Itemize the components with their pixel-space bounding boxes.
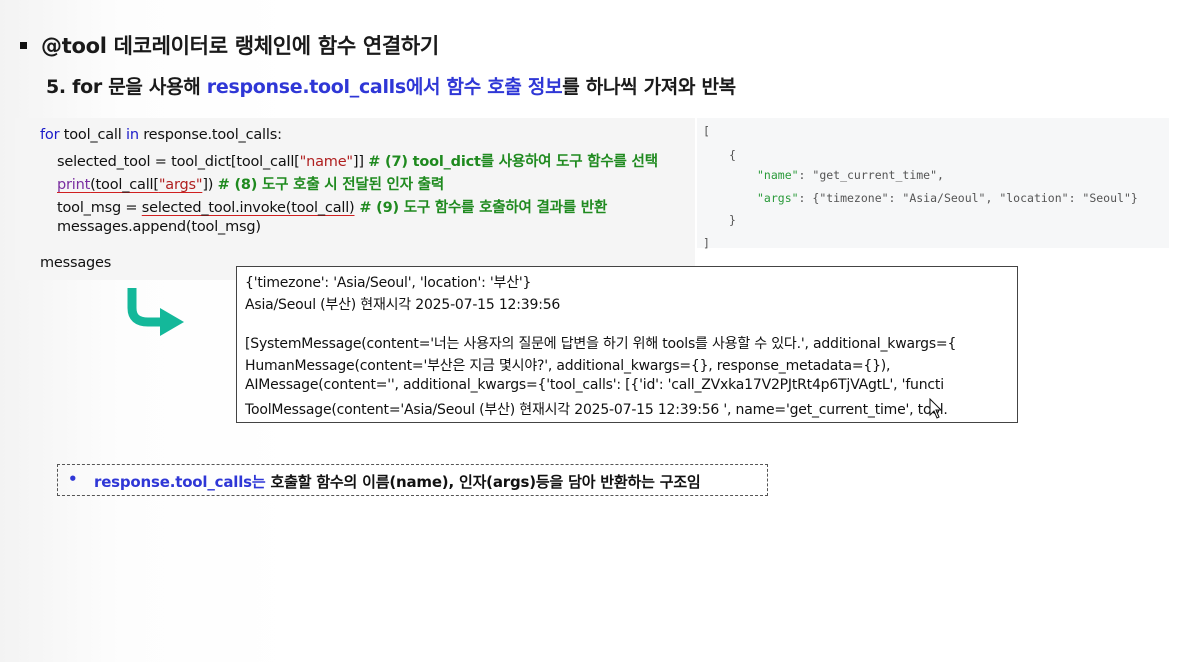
step-heading: 5. for 문을 사용해 response.tool_calls에서 함수 호… — [46, 72, 736, 99]
code-keyword-for: for — [40, 127, 60, 143]
json-name-line: "name": "get_current_time", — [757, 168, 944, 182]
code-text: ]) — [202, 177, 218, 193]
code-line-5: messages.append(tool_msg) — [57, 219, 261, 235]
code-text: response.tool_calls: — [138, 127, 282, 143]
output-line-5: AIMessage(content='', additional_kwargs=… — [245, 377, 944, 393]
mouse-cursor-icon — [929, 398, 943, 419]
code-function: print — [57, 177, 91, 193]
code-text: (tool_call[ — [90, 177, 159, 193]
code-keyword-in: in — [125, 127, 139, 143]
output-line-4: HumanMessage(content='부산은 지금 몇시야?', addi… — [245, 358, 891, 374]
output-line-6: ToolMessage(content='Asia/Seoul (부산) 현재시… — [245, 402, 948, 418]
note-bullet: • — [68, 470, 78, 488]
note-box: • response.tool_calls는 호출할 함수의 이름(name),… — [57, 464, 768, 496]
code-panel: for tool_call in response.tool_calls: se… — [15, 118, 695, 280]
code-line-4: tool_msg = selected_tool.invoke(tool_cal… — [57, 196, 607, 217]
code-line-2: selected_tool = tool_dict[tool_call["nam… — [57, 150, 658, 171]
step-suffix: 를 하나씩 가져와 반복 — [562, 76, 736, 98]
step-prefix: 5. for 문을 사용해 — [46, 76, 207, 98]
json-key: "args" — [757, 191, 799, 205]
json-value: : {"timezone": "Asia/Seoul", "location":… — [798, 191, 1138, 205]
section-title-text: @tool 데코레이터로 랭체인에 함수 연결하기 — [41, 34, 439, 58]
json-open-brace: { — [729, 148, 736, 162]
code-text: tool_call — [59, 127, 126, 143]
code-line-3: print(tool_call["args"]) # (8) 도구 호출 시 전… — [57, 173, 444, 194]
json-close-bracket: ] — [703, 236, 710, 250]
output-line-2: Asia/Seoul (부산) 현재시각 2025-07-15 12:39:56 — [245, 297, 561, 313]
json-key: "name" — [757, 168, 799, 182]
output-line-3: [SystemMessage(content='너는 사용자의 질문에 답변을 … — [245, 336, 957, 352]
json-close-brace: } — [729, 213, 736, 227]
code-line-1: for tool_call in response.tool_calls: — [40, 127, 282, 143]
json-example-panel: [ { "name": "get_current_time", "args": … — [697, 118, 1169, 250]
note-text: response.tool_calls는 호출할 함수의 이름(name), 인… — [94, 471, 701, 492]
square-bullet-icon — [20, 41, 27, 49]
note-highlight: response.tool_calls는 — [94, 473, 266, 491]
code-string: "args" — [158, 177, 203, 193]
output-line-1: {'timezone': 'Asia/Seoul', 'location': '… — [245, 275, 532, 291]
curved-arrow-icon — [127, 288, 184, 336]
code-text: tool_msg = — [57, 200, 142, 216]
section-title: @tool 데코레이터로 랭체인에 함수 연결하기 — [20, 30, 439, 60]
json-open-bracket: [ — [703, 124, 710, 138]
json-value: : "get_current_time", — [798, 168, 944, 182]
code-comment: # (8) 도구 호출 시 전달된 인자 출력 — [217, 177, 445, 193]
code-underlined: selected_tool.invoke(tool_call) — [141, 200, 355, 216]
note-body: 호출할 함수의 이름(name), 인자(args)등을 담아 반환하는 구조임 — [265, 473, 701, 491]
code-text: selected_tool = tool_dict[tool_call[ — [57, 154, 300, 170]
code-string: "name" — [299, 154, 353, 170]
code-comment: # (7) tool_dict를 사용하여 도구 함수를 선택 — [368, 154, 658, 170]
step-highlight: response.tool_calls에서 함수 호출 정보 — [206, 76, 563, 98]
code-line-6: messages — [40, 255, 112, 271]
json-args-line: "args": {"timezone": "Asia/Seoul", "loca… — [757, 191, 1138, 205]
output-box: {'timezone': 'Asia/Seoul', 'location': '… — [236, 266, 1018, 423]
code-comment: # (9) 도구 함수를 호출하여 결과를 반환 — [354, 200, 608, 216]
code-text: ]] — [352, 154, 369, 170]
